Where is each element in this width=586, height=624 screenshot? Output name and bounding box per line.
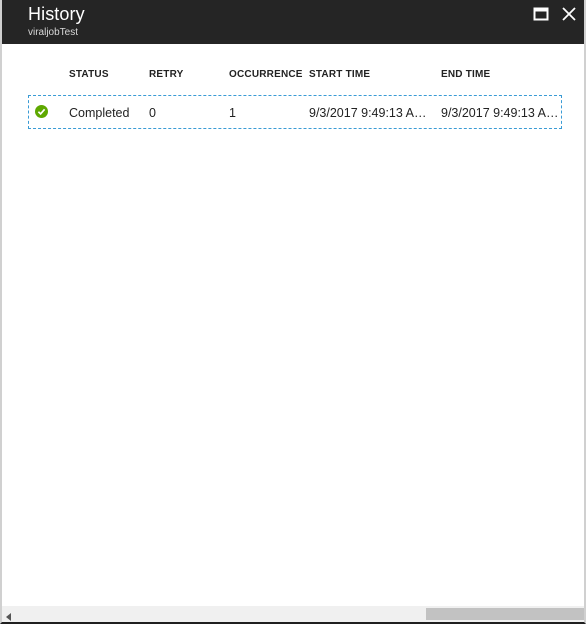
status-cell: Completed [69,106,130,120]
column-header-status[interactable]: STATUS [69,69,109,80]
retry-cell: 0 [149,106,156,120]
history-grid: STATUS RETRY OCCURRENCE START TIME END T… [28,60,564,129]
maximize-button[interactable] [532,6,552,24]
table-row[interactable]: Completed 0 1 9/3/2017 9:49:13 AM... 9/3… [28,95,563,129]
maximize-icon [532,6,552,22]
blade-subtitle: viraljobTest [28,27,79,38]
scrollbar-thumb[interactable] [426,608,584,620]
column-header-start-time[interactable]: START TIME [309,69,370,80]
horizontal-scrollbar[interactable] [2,606,584,622]
column-header-end-time[interactable]: END TIME [441,69,490,80]
scroll-left-arrow-icon[interactable] [4,609,14,621]
close-button[interactable] [560,6,580,24]
column-header-retry[interactable]: RETRY [149,69,184,80]
occurrence-cell: 1 [229,106,236,120]
check-circle-icon [35,105,48,118]
end-time-cell: 9/3/2017 9:49:13 AM... [441,106,563,120]
blade-header: History viraljobTest [2,0,584,44]
history-blade: History viraljobTest STATUS RETRY OCCURR… [0,0,586,624]
column-header-occurrence[interactable]: OCCURRENCE [229,69,303,80]
start-time-cell: 9/3/2017 9:49:13 AM... [309,106,433,120]
blade-title: History [28,4,85,24]
close-icon [560,6,580,22]
grid-header: STATUS RETRY OCCURRENCE START TIME END T… [28,60,564,90]
